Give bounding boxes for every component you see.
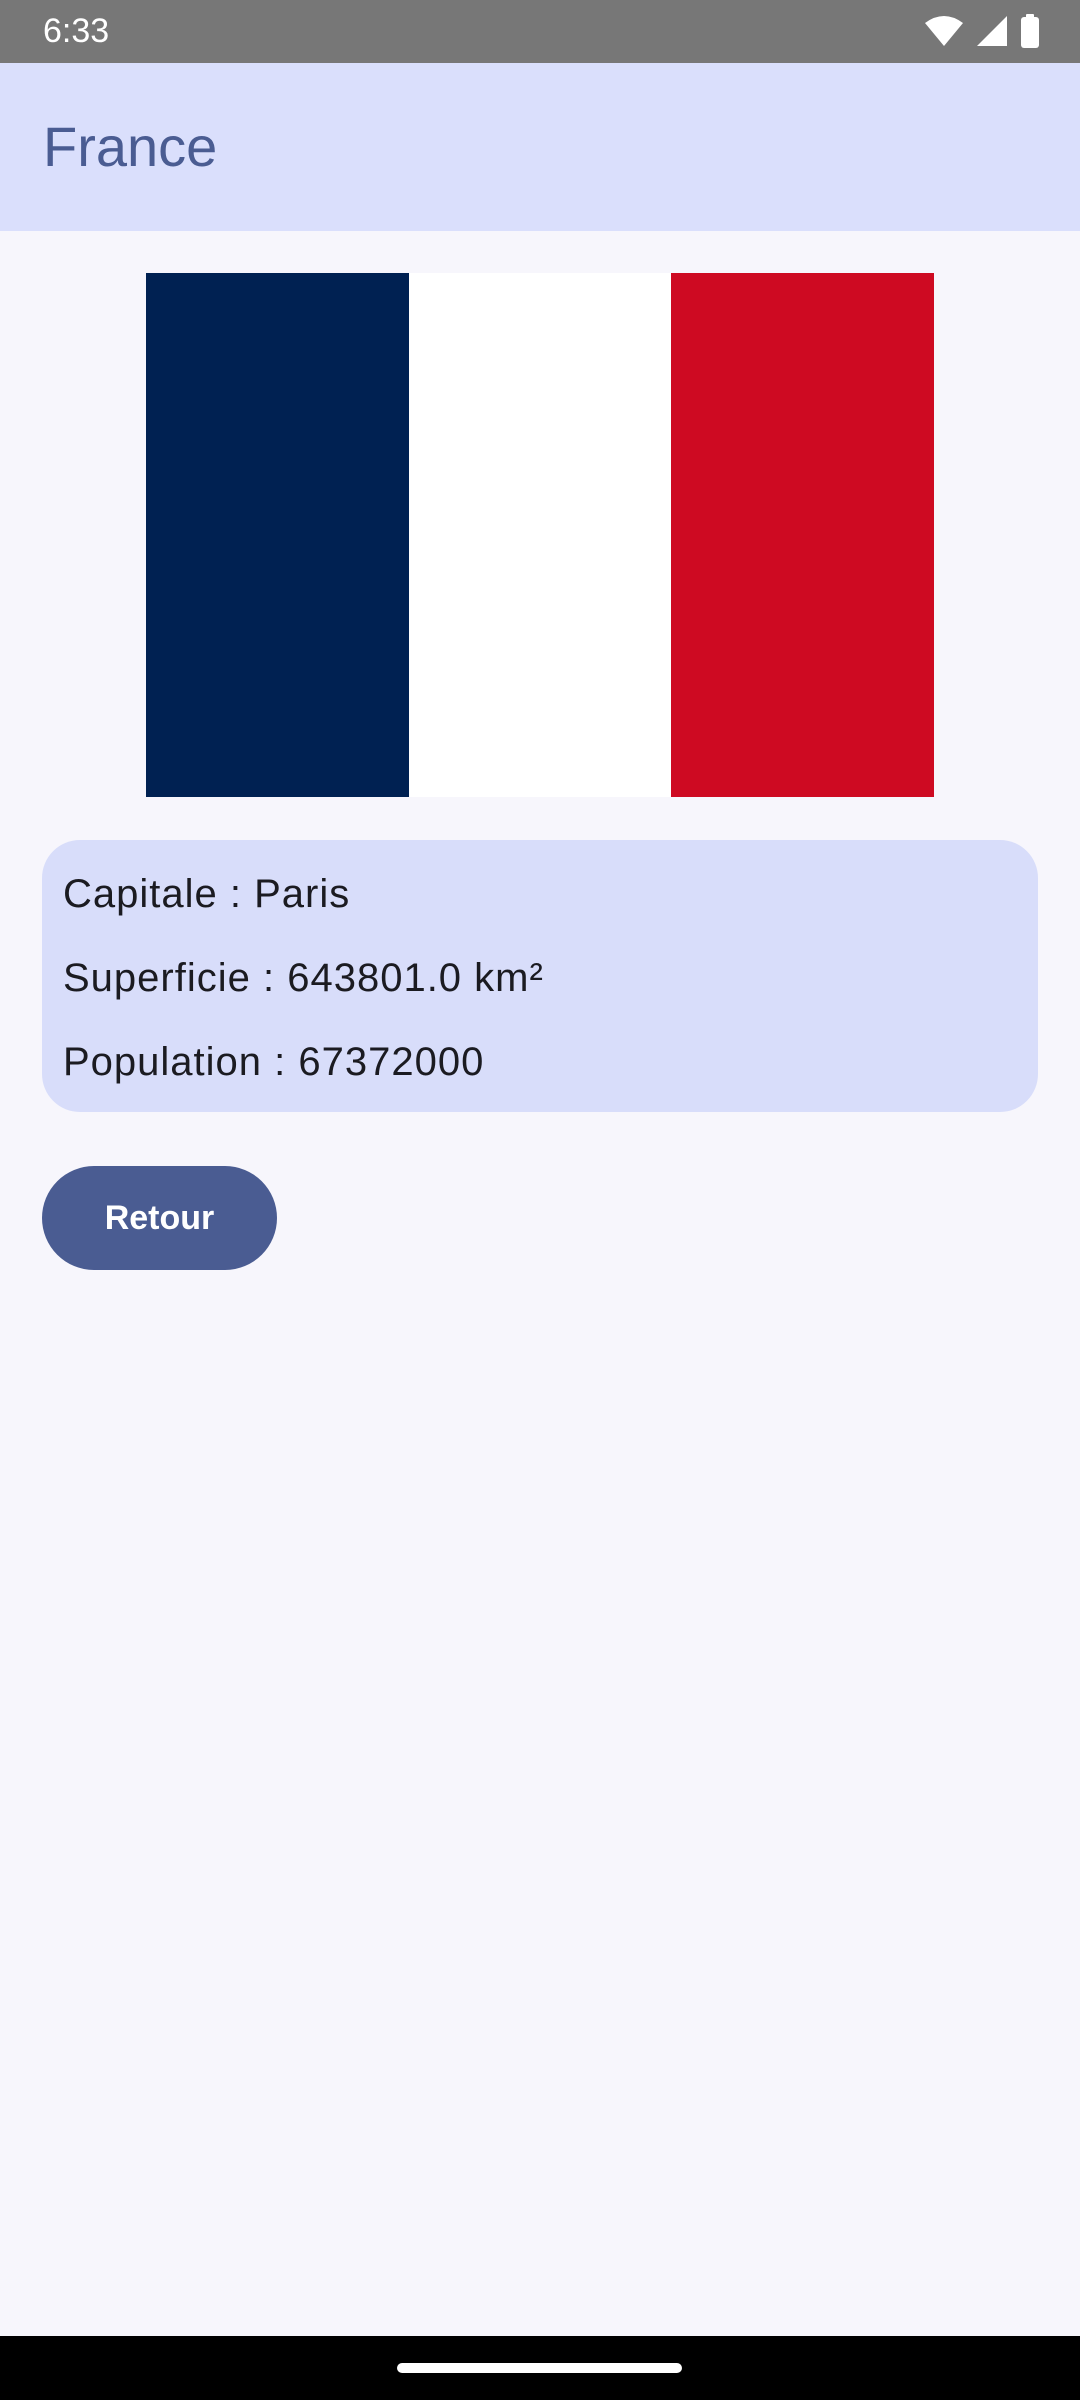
wifi-icon	[924, 15, 964, 47]
status-icons	[924, 14, 1040, 48]
capital-text: Capitale : Paris	[63, 872, 351, 916]
area-text: Superficie : 643801.0 km²	[63, 956, 544, 1000]
home-indicator[interactable]	[397, 2363, 682, 2373]
status-time: 6:33	[43, 12, 110, 50]
battery-icon	[1020, 14, 1040, 48]
back-button[interactable]: Retour	[42, 1166, 277, 1270]
signal-icon	[976, 15, 1008, 47]
page-title: France	[43, 115, 218, 178]
status-bar: 6:33	[0, 0, 1080, 63]
flag-stripe-blue	[146, 273, 409, 797]
population-text: Population : 67372000	[63, 1040, 485, 1084]
flag-stripe-red	[671, 273, 935, 797]
france-flag-image	[146, 273, 935, 797]
country-info-card: Capitale : Paris Superficie : 643801.0 k…	[42, 840, 1038, 1112]
flag-stripe-white	[408, 273, 672, 797]
